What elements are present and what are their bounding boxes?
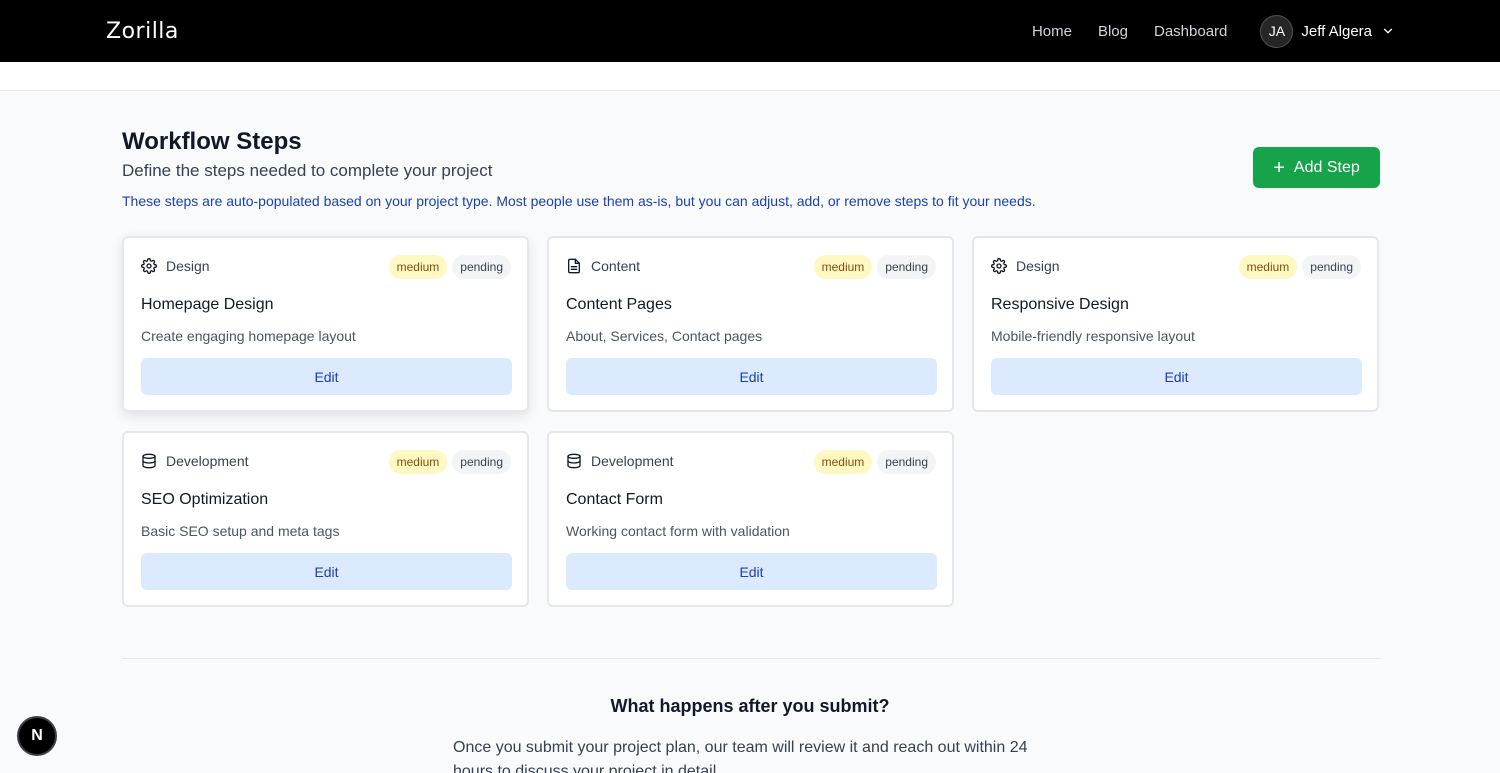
chevron-down-icon [1383, 28, 1393, 34]
gear-icon [991, 258, 1007, 274]
step-card: Content medium pending Content Pages Abo… [547, 236, 954, 412]
card-category: Content [566, 258, 640, 274]
nav-link-dashboard[interactable]: Dashboard [1154, 23, 1227, 40]
nav-link-home[interactable]: Home [1032, 23, 1072, 40]
step-description: About, Services, Contact pages [566, 328, 763, 344]
add-step-button[interactable]: + Add Step [1253, 147, 1380, 188]
step-description: Mobile-friendly responsive layout [991, 328, 1195, 344]
top-navbar: Zorilla Home Blog Dashboard JA Jeff Alge… [0, 0, 1500, 62]
sub-header-bar [0, 62, 1500, 91]
step-title: Homepage Design [141, 296, 274, 313]
plus-icon: + [1273, 156, 1285, 179]
step-title: Contact Form [566, 491, 663, 508]
step-description: Working contact form with validation [566, 523, 790, 539]
card-badges: medium pending [1238, 255, 1361, 279]
status-badge: pending [452, 450, 511, 474]
priority-badge: medium [1238, 255, 1298, 279]
after-submit-text: Once you submit your project plan, our t… [453, 739, 1028, 773]
document-icon [568, 258, 580, 274]
step-card: Development medium pending Contact Form … [547, 431, 954, 607]
priority-badge: medium [813, 450, 873, 474]
edit-button[interactable]: Edit [141, 358, 512, 395]
step-card: Development medium pending SEO Optimizat… [122, 431, 529, 607]
priority-badge: medium [813, 255, 873, 279]
status-badge: pending [877, 255, 936, 279]
edit-button[interactable]: Edit [991, 358, 1362, 395]
category-label: Content [591, 258, 641, 274]
card-badges: medium pending [388, 255, 511, 279]
user-name: Jeff Algera [1301, 22, 1372, 40]
nav-right: Home Blog Dashboard JA Jeff Algera [1006, 14, 1395, 48]
status-badge: pending [1302, 255, 1361, 279]
card-badges: medium pending [813, 255, 936, 279]
card-badges: medium pending [813, 450, 936, 474]
section-divider [122, 658, 1380, 659]
status-badge: pending [877, 450, 936, 474]
info-text: These steps are auto-populated based on … [122, 193, 1036, 209]
card-category: Development [566, 453, 674, 469]
card-category: Design [991, 258, 1060, 274]
step-description: Create engaging homepage layout [141, 328, 356, 344]
nextjs-dev-badge[interactable]: N [17, 716, 57, 756]
step-description: Basic SEO setup and meta tags [141, 523, 340, 539]
user-menu[interactable]: JA Jeff Algera [1260, 14, 1395, 48]
card-badges: medium pending [388, 450, 511, 474]
category-label: Design [166, 258, 210, 274]
card-category: Development [141, 453, 249, 469]
page-title: Workflow Steps [122, 128, 302, 155]
add-step-label: Add Step [1293, 158, 1360, 176]
logo[interactable]: Zorilla [106, 19, 179, 44]
after-submit-title: What happens after you submit? [610, 696, 890, 716]
step-title: SEO Optimization [141, 491, 269, 508]
gear-icon [141, 258, 157, 274]
step-title: Responsive Design [991, 296, 1129, 313]
avatar: JA [1260, 14, 1294, 48]
step-card: Design medium pending Homepage Design Cr… [122, 236, 529, 412]
category-label: Development [591, 453, 674, 469]
card-category: Design [141, 258, 210, 274]
edit-button[interactable]: Edit [141, 553, 512, 590]
edit-button[interactable]: Edit [566, 358, 937, 395]
step-card: Design medium pending Responsive Design … [972, 236, 1379, 412]
nav-link-blog[interactable]: Blog [1098, 23, 1128, 40]
database-icon [142, 453, 156, 469]
priority-badge: medium [388, 255, 448, 279]
priority-badge: medium [388, 450, 448, 474]
category-label: Development [166, 453, 249, 469]
step-title: Content Pages [566, 296, 672, 313]
category-label: Design [1016, 258, 1060, 274]
database-icon [567, 453, 581, 469]
status-badge: pending [452, 255, 511, 279]
page-subtitle: Define the steps needed to complete your… [122, 161, 493, 180]
edit-button[interactable]: Edit [566, 553, 937, 590]
